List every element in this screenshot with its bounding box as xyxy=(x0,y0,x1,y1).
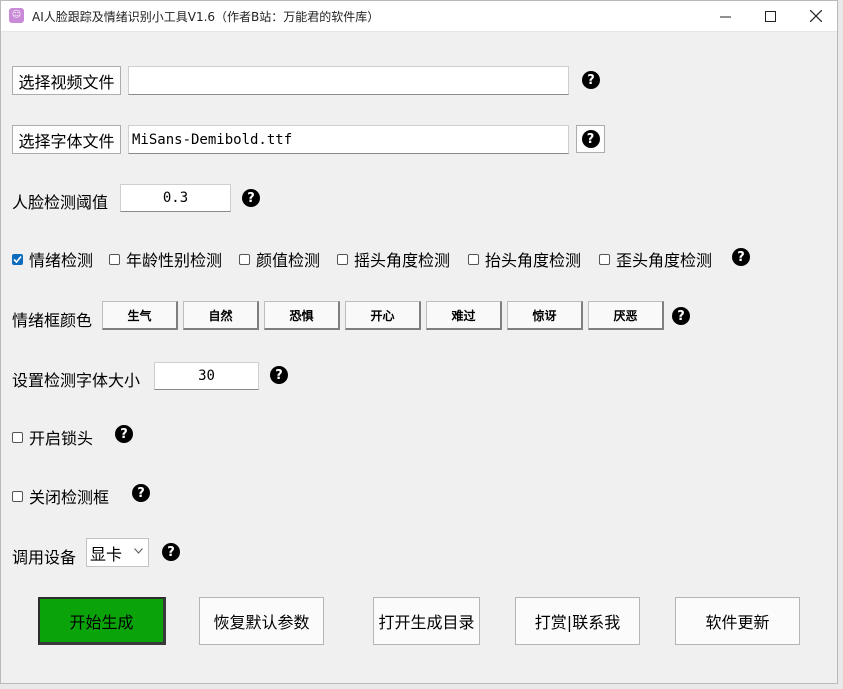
title-bar[interactable]: ☺ AI人脸跟踪及情绪识别小工具V1.6（作者B站：万能君的软件库） xyxy=(1,1,837,32)
checkbox-label: 年龄性别检测 xyxy=(126,251,223,270)
checkbox-label: 歪头角度检测 xyxy=(616,251,713,270)
checkbox-checked-icon xyxy=(12,253,23,265)
checkbox-beauty-detect[interactable]: 颜值检测 xyxy=(239,247,320,271)
color-button-neutral[interactable]: 自然 xyxy=(183,301,259,330)
checkbox-unchecked-icon xyxy=(109,253,120,265)
checkbox-label: 情绪检测 xyxy=(29,251,94,270)
maximize-icon xyxy=(764,10,776,22)
checkbox-unchecked-icon xyxy=(599,253,610,265)
checkbox-label: 摇头角度检测 xyxy=(354,251,451,270)
close-box-help-icon[interactable]: ? xyxy=(132,484,150,502)
checkbox-raise-angle-detect[interactable]: 抬头角度检测 xyxy=(468,247,581,271)
reset-defaults-button[interactable]: 恢复默认参数 xyxy=(199,597,324,645)
font-size-help-icon[interactable]: ? xyxy=(270,366,288,384)
device-help-icon[interactable]: ? xyxy=(162,543,180,561)
threshold-input[interactable]: 0.3 xyxy=(120,184,231,212)
color-button-happy[interactable]: 开心 xyxy=(345,301,421,330)
close-icon xyxy=(810,10,822,22)
open-output-dir-button[interactable]: 打开生成目录 xyxy=(373,597,480,645)
device-label: 调用设备 xyxy=(12,548,77,567)
color-button-sad[interactable]: 难过 xyxy=(426,301,502,330)
color-button-disgust[interactable]: 厌恶 xyxy=(588,301,664,330)
checkbox-lock-head[interactable]: 开启锁头 xyxy=(12,425,93,449)
checkbox-unchecked-icon xyxy=(12,490,23,502)
checkbox-shake-angle-detect[interactable]: 摇头角度检测 xyxy=(337,247,450,271)
checkbox-label: 关闭检测框 xyxy=(29,488,110,507)
device-select[interactable]: 显卡 xyxy=(86,538,149,567)
checkbox-unchecked-icon xyxy=(337,253,348,265)
font-size-input[interactable]: 30 xyxy=(154,362,259,390)
checkbox-label: 颜值检测 xyxy=(256,251,321,270)
minimize-button[interactable] xyxy=(702,1,748,31)
font-size-label: 设置检测字体大小 xyxy=(12,371,141,390)
color-button-fear[interactable]: 恐惧 xyxy=(264,301,340,330)
checkbox-label: 抬头角度检测 xyxy=(485,251,582,270)
start-generate-button[interactable]: 开始生成 xyxy=(38,597,166,645)
emotion-color-label: 情绪框颜色 xyxy=(12,311,93,330)
checkbox-unchecked-icon xyxy=(468,253,479,265)
font-path-input[interactable]: MiSans-Demibold.ttf xyxy=(128,125,569,154)
emotion-color-help-icon[interactable]: ? xyxy=(672,307,690,325)
checkbox-close-detect-box[interactable]: 关闭检测框 xyxy=(12,484,109,508)
select-video-button[interactable]: 选择视频文件 xyxy=(12,66,121,95)
app-window: ☺ AI人脸跟踪及情绪识别小工具V1.6（作者B站：万能君的软件库） 选择视频文… xyxy=(0,0,838,684)
video-help-icon[interactable]: ? xyxy=(582,71,600,89)
detections-help-icon[interactable]: ? xyxy=(732,248,750,266)
minimize-icon xyxy=(719,16,731,17)
close-button[interactable] xyxy=(793,1,839,31)
threshold-label: 人脸检测阈值 xyxy=(12,193,109,212)
checkbox-unchecked-icon xyxy=(12,431,23,443)
chevron-down-icon xyxy=(134,548,143,554)
checkbox-label: 开启锁头 xyxy=(29,429,94,448)
checkbox-age-gender-detect[interactable]: 年龄性别检测 xyxy=(109,247,222,271)
threshold-help-icon[interactable]: ? xyxy=(242,189,260,207)
device-selected-value: 显卡 xyxy=(90,544,123,564)
checkbox-unchecked-icon xyxy=(239,253,250,265)
color-button-angry[interactable]: 生气 xyxy=(102,301,178,330)
maximize-button[interactable] xyxy=(747,1,793,31)
lock-head-help-icon[interactable]: ? xyxy=(115,425,133,443)
video-path-input[interactable] xyxy=(128,66,569,95)
donate-contact-button[interactable]: 打赏|联系我 xyxy=(515,597,640,645)
checkbox-tilt-angle-detect[interactable]: 歪头角度检测 xyxy=(599,247,712,271)
color-button-surprise[interactable]: 惊讶 xyxy=(507,301,583,330)
select-font-button[interactable]: 选择字体文件 xyxy=(12,125,121,154)
checkbox-emotion-detect[interactable]: 情绪检测 xyxy=(12,247,93,271)
app-logo-icon: ☺ xyxy=(9,8,24,23)
software-update-button[interactable]: 软件更新 xyxy=(675,597,800,645)
font-help-icon: ? xyxy=(581,130,600,148)
font-help-button[interactable]: ? xyxy=(576,125,605,153)
window-title: AI人脸跟踪及情绪识别小工具V1.6（作者B站：万能君的软件库） xyxy=(32,10,380,24)
